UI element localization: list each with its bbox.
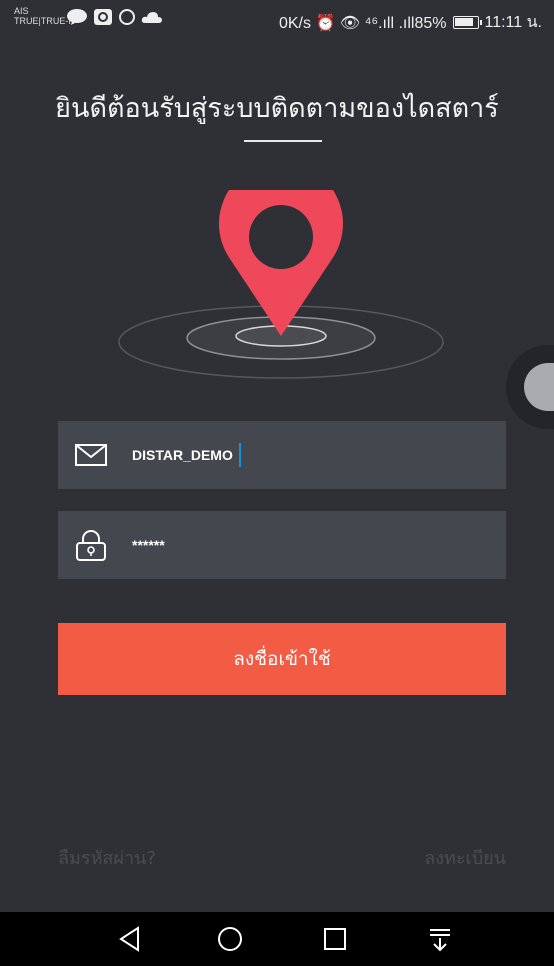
- system-nav-bar: [0, 912, 554, 966]
- clock: 11:11 น.: [484, 14, 543, 31]
- circle-status-icon: [119, 9, 135, 25]
- notification-pull-icon[interactable]: [426, 925, 454, 953]
- cloud-icon: [141, 12, 162, 23]
- password-field[interactable]: ******: [58, 511, 506, 579]
- at-sign-icon: [94, 9, 112, 25]
- network-status-text: 0K/s ⏰ 👁 ⁴⁶.ıll .ıll85%: [278, 14, 447, 32]
- status-bar: AIS TRUE|TRUE-H 0K/s ⏰ 👁 ⁴⁶.ıll .ıll85% …: [0, 0, 554, 42]
- username-input-text[interactable]: DISTAR_DEMO: [132, 421, 233, 489]
- lock-icon: [76, 530, 106, 561]
- forgot-password-link[interactable]: ลืมรหัสผ่าน?: [58, 843, 156, 872]
- register-link[interactable]: ลงทะเบียน: [424, 843, 506, 872]
- page-title: ยินดีต้อนรับสู่ระบบติดตามของไดสตาร์: [55, 93, 499, 124]
- text-cursor: [239, 443, 241, 467]
- password-input-text[interactable]: ******: [132, 511, 165, 579]
- back-icon[interactable]: [116, 925, 144, 953]
- title-divider: [244, 140, 322, 142]
- login-button[interactable]: ลงชื่อเข้าใช้: [58, 623, 506, 695]
- home-icon[interactable]: [216, 925, 244, 953]
- envelope-icon: [75, 444, 107, 466]
- status-indicators: 0K/s ⏰ 👁 ⁴⁶.ıll .ıll85% 11:11 น.: [279, 10, 542, 35]
- username-field[interactable]: DISTAR_DEMO: [58, 421, 506, 489]
- line-chat-icon: [67, 9, 87, 25]
- recent-apps-icon[interactable]: [321, 925, 349, 953]
- battery-icon: [452, 16, 482, 29]
- location-pin-icon: [118, 190, 444, 379]
